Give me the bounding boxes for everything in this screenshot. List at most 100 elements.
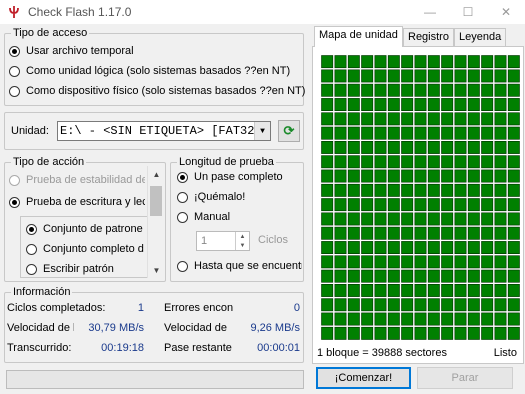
pattern-option-complete[interactable]: Conjunto completo d	[26, 243, 146, 255]
map-block	[427, 155, 440, 169]
access-option-logical-unit[interactable]: Como unidad lógica (solo sistemas basado…	[9, 65, 290, 77]
map-block	[427, 83, 440, 97]
map-block	[454, 155, 467, 169]
map-block	[347, 226, 360, 240]
map-block	[427, 298, 440, 312]
map-block	[454, 284, 467, 297]
close-icon[interactable]: ✕	[487, 0, 525, 24]
map-block	[347, 126, 360, 140]
map-block	[427, 241, 440, 254]
tab-log[interactable]: Registro	[403, 28, 454, 46]
app-icon	[6, 4, 22, 20]
test-length-title: Longitud de prueba	[179, 156, 274, 168]
map-block	[414, 55, 427, 69]
maximize-icon[interactable]: ☐	[449, 0, 487, 24]
minimize-icon[interactable]: —	[411, 0, 449, 24]
map-block	[414, 198, 427, 212]
map-block	[507, 83, 520, 97]
map-block	[401, 298, 414, 312]
map-block	[374, 298, 387, 312]
map-block	[441, 169, 454, 183]
access-option-temp-file[interactable]: Usar archivo temporal	[9, 45, 134, 57]
map-block	[387, 298, 400, 312]
map-block	[387, 55, 400, 69]
refresh-button[interactable]: ⟳	[278, 120, 300, 142]
scroll-thumb[interactable]	[150, 186, 162, 216]
map-block	[347, 298, 360, 312]
pattern-option-set[interactable]: Conjunto de patrone	[26, 223, 146, 235]
map-block	[347, 141, 360, 154]
map-block	[401, 226, 414, 240]
spin-up-icon[interactable]: ▲	[236, 232, 249, 241]
chevron-down-icon[interactable]: ▼	[254, 122, 270, 140]
map-block	[494, 226, 507, 240]
length-option-manual[interactable]: Manual	[177, 211, 302, 223]
pattern-option-write[interactable]: Escribir patrón	[26, 263, 146, 275]
map-block	[321, 226, 334, 240]
map-block	[361, 69, 374, 83]
map-block	[374, 241, 387, 254]
map-block	[441, 83, 454, 97]
option-label: Conjunto completo d	[43, 243, 144, 255]
map-block	[347, 212, 360, 226]
option-label: ¡Quémalo!	[194, 191, 246, 203]
map-block	[427, 126, 440, 140]
spin-down-icon[interactable]: ▼	[236, 241, 249, 250]
map-block	[361, 98, 374, 112]
map-block	[494, 198, 507, 212]
access-option-physical-device[interactable]: Como dispositivo físico (solo sistemas b…	[9, 85, 305, 97]
map-block	[467, 298, 480, 312]
map-block	[467, 269, 480, 283]
start-button[interactable]: ¡Comenzar!	[316, 367, 411, 389]
map-block	[467, 69, 480, 83]
map-block	[494, 241, 507, 254]
unit-select[interactable]: E:\ - <SIN ETIQUETA> [FAT32] ▼	[57, 121, 271, 141]
map-block	[507, 298, 520, 312]
map-block	[401, 83, 414, 97]
map-block	[467, 312, 480, 326]
map-block	[427, 326, 440, 340]
action-scrollbar[interactable]: ▲ ▼	[147, 166, 164, 278]
map-block	[414, 69, 427, 83]
map-block	[507, 326, 520, 340]
map-block	[507, 183, 520, 197]
map-block	[441, 98, 454, 112]
map-block	[481, 198, 494, 212]
map-block	[454, 198, 467, 212]
map-block	[321, 212, 334, 226]
map-block	[374, 269, 387, 283]
map-block	[494, 141, 507, 154]
action-option-write-read[interactable]: Prueba de escritura y lec	[9, 196, 145, 208]
map-block	[334, 112, 347, 126]
map-block	[507, 55, 520, 69]
map-block	[454, 298, 467, 312]
scroll-up-icon[interactable]: ▲	[148, 166, 165, 182]
map-block	[467, 226, 480, 240]
map-block	[334, 55, 347, 69]
scroll-down-icon[interactable]: ▼	[148, 262, 165, 278]
map-block	[387, 284, 400, 297]
cycles-spinner[interactable]: 1 ▲ ▼	[196, 231, 250, 251]
tab-legend[interactable]: Leyenda	[454, 28, 507, 46]
map-block	[401, 269, 414, 283]
tab-drive-map[interactable]: Mapa de unidad	[314, 26, 403, 47]
map-block	[387, 98, 400, 112]
map-block	[427, 55, 440, 69]
remaining-label: Pase restante	[164, 342, 232, 354]
map-block	[401, 155, 414, 169]
length-option-full-pass[interactable]: Un pase completo	[177, 171, 302, 183]
map-block	[441, 269, 454, 283]
map-block	[467, 98, 480, 112]
map-block	[374, 312, 387, 326]
map-block	[334, 155, 347, 169]
map-block	[454, 98, 467, 112]
length-option-until-error[interactable]: Hasta que se encuentre	[177, 260, 302, 272]
unit-label: Unidad:	[11, 125, 49, 137]
map-block	[347, 312, 360, 326]
length-option-burn[interactable]: ¡Quémalo!	[177, 191, 302, 203]
stop-button[interactable]: Parar	[417, 367, 513, 389]
map-block	[414, 226, 427, 240]
map-block	[494, 284, 507, 297]
map-block	[387, 269, 400, 283]
map-block	[347, 69, 360, 83]
